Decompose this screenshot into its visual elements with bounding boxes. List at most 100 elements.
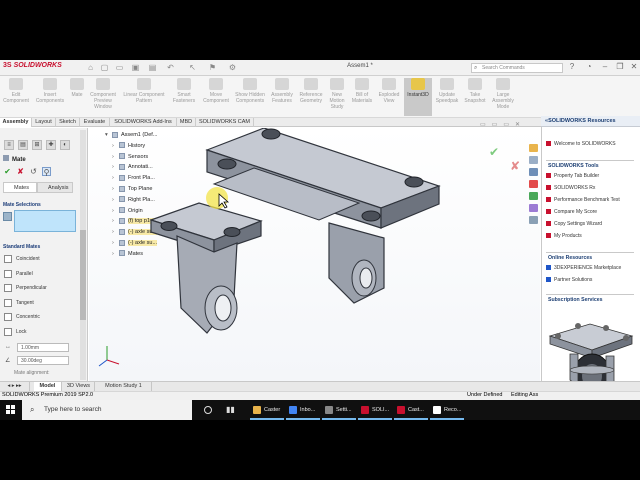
mate-parallel[interactable]: Parallel — [4, 268, 74, 280]
resources-home-icon[interactable] — [529, 144, 538, 152]
mate-perpendicular[interactable]: Perpendicular — [4, 282, 74, 294]
tool-large-assembly[interactable]: Large Assembly Mode — [490, 78, 516, 116]
tool-edit-component[interactable]: Edit Component — [0, 78, 32, 116]
mate-coincident[interactable]: Coincident — [4, 253, 74, 265]
confirm-corner-cancel-icon[interactable]: ✘ — [510, 159, 520, 173]
mate-concentric[interactable]: Concentric — [4, 311, 74, 323]
assembly-model[interactable]: ✔ ✘ — [89, 128, 540, 381]
task-pane-tool-link[interactable]: Property Tab Builder — [546, 172, 599, 181]
tool-speedpak[interactable]: Update Speedpak — [434, 78, 460, 116]
axle-support-part[interactable] — [149, 202, 263, 334]
print-icon[interactable]: ▤ — [148, 63, 157, 72]
pushpin-icon[interactable]: ⚲ — [42, 167, 51, 177]
bottom-tab-3d-views[interactable]: 3D Views — [63, 382, 95, 391]
appearances-icon[interactable] — [529, 192, 538, 200]
minimize-window-icon[interactable]: – — [600, 62, 610, 71]
tool-move-component[interactable]: Move Component — [200, 78, 232, 116]
nav-arrows-icon[interactable]: ◂ ▸ ▸▸ — [0, 382, 30, 391]
tool-insert-components[interactable]: Insert Components — [34, 78, 66, 116]
tab-evaluate[interactable]: Evaluate — [80, 118, 110, 127]
windows-start-icon[interactable] — [0, 400, 22, 420]
confirm-corner-ok-icon[interactable]: ✔ — [489, 145, 499, 159]
user-icon[interactable]: ◔ — [584, 62, 594, 71]
select-icon[interactable]: ↖ — [188, 63, 197, 72]
tool-label: Instant3D — [407, 92, 429, 98]
task-pane-online-link[interactable]: 3DEXPERIENCE Marketplace — [546, 264, 621, 273]
home-icon[interactable]: ⌂ — [86, 63, 95, 72]
ok-check-icon[interactable]: ✔ — [3, 167, 12, 176]
display-manager-icon[interactable]: ◐ — [60, 140, 70, 150]
bottom-tab-model[interactable]: Model — [34, 382, 62, 391]
panel-scrollbar[interactable] — [80, 130, 86, 380]
tab-sketch[interactable]: Sketch — [56, 118, 80, 127]
welcome-link[interactable]: Welcome to SOLIDWORKS — [546, 140, 616, 149]
task-pane-tool-link[interactable]: Compare My Score — [546, 208, 597, 217]
concentric-icon — [4, 313, 12, 321]
large-assembly-icon — [496, 78, 510, 90]
forum-icon[interactable] — [529, 216, 538, 224]
tool-reference-geometry[interactable]: Reference Geometry — [297, 78, 325, 116]
view-palette-icon[interactable] — [529, 180, 538, 188]
taskbar-app-button[interactable]: Caster — [250, 400, 284, 420]
taskbar-app-button[interactable]: Reco... — [430, 400, 464, 420]
file-explorer-icon[interactable] — [529, 168, 538, 176]
taskbar-app-button[interactable]: SOLI... — [358, 400, 392, 420]
tool-mate[interactable]: Mate — [68, 78, 86, 116]
tab-layout[interactable]: Layout — [32, 118, 56, 127]
tab-analysis[interactable]: Analysis — [37, 182, 73, 193]
tool-snapshot[interactable]: Take Snapshot — [462, 78, 488, 116]
solidworks-logo[interactable]: 3S SOLIDWORKS — [3, 62, 67, 74]
tool-label: New Motion Study — [329, 92, 345, 110]
undo-icon[interactable]: ↶ — [166, 63, 175, 72]
task-pane-online-link[interactable]: Partner Solutions — [546, 276, 592, 285]
new-file-icon[interactable]: ▢ — [100, 63, 109, 72]
tab-mbd[interactable]: MBD — [177, 118, 196, 127]
tool-pattern[interactable]: Linear Component Pattern — [120, 78, 168, 116]
tab-solidworks-add-ins[interactable]: SOLIDWORKS Add-Ins — [110, 118, 177, 127]
close-window-icon[interactable]: ✕ — [629, 62, 639, 71]
tool-show-hidden[interactable]: Show Hidden Components — [235, 78, 265, 116]
taskbar-search-input[interactable]: ⌕ Type here to search — [22, 400, 192, 420]
help-icon[interactable]: ? — [567, 62, 577, 71]
options-gear-icon[interactable]: ⚙ — [228, 63, 237, 72]
restore-window-icon[interactable]: ❐ — [615, 62, 625, 71]
feature-manager-icon[interactable]: ≡ — [4, 140, 14, 150]
tool-bom[interactable]: Bill of Materials — [350, 78, 374, 116]
task-pane-tool-link[interactable]: SOLIDWORKS Rx — [546, 184, 595, 193]
mate-selections-box[interactable] — [14, 210, 76, 232]
cancel-x-icon[interactable]: ✘ — [16, 167, 25, 176]
tool-preview-window[interactable]: Component Preview Window — [88, 78, 118, 116]
dimxpert-icon[interactable]: ✚ — [46, 140, 56, 150]
search-commands-input[interactable]: ⌕ Search Commands — [471, 63, 563, 73]
bottom-tab-motion-study-1[interactable]: Motion Study 1 — [96, 382, 152, 391]
tool-fasteners[interactable]: Smart Fasteners — [170, 78, 198, 116]
taskbar-app-button[interactable]: Inbo... — [286, 400, 320, 420]
mate-tangent[interactable]: Tangent — [4, 297, 74, 309]
task-pane-tool-link[interactable]: Performance Benchmark Test — [546, 196, 620, 205]
save-icon[interactable]: ▣ — [131, 63, 140, 72]
tool-exploded-view[interactable]: Exploded View — [376, 78, 402, 116]
task-view-icon[interactable]: ▮▮ — [226, 405, 235, 414]
configuration-manager-icon[interactable]: ⊞ — [32, 140, 42, 150]
task-pane-tool-link[interactable]: Copy Settings Wizard — [546, 220, 602, 229]
tab-solidworks-cam[interactable]: SOLIDWORKS CAM — [196, 118, 254, 127]
tab-assembly[interactable]: Assembly — [0, 118, 32, 127]
distance-spinner[interactable]: ↔ 1.00mm — [5, 343, 73, 352]
custom-properties-icon[interactable] — [529, 204, 538, 212]
window-control-icons[interactable]: ▭▭▭✕ — [480, 121, 526, 128]
tool-instant3d[interactable]: Instant3D — [404, 78, 432, 116]
task-pane-tool-link[interactable]: My Products — [546, 232, 582, 241]
tab-mates[interactable]: Mates — [3, 182, 37, 193]
mate-lock[interactable]: Lock — [4, 326, 74, 338]
taskbar-app-button[interactable]: Cast... — [394, 400, 428, 420]
property-manager-icon[interactable]: ▤ — [18, 140, 28, 150]
tool-assembly-features[interactable]: Assembly Features — [268, 78, 296, 116]
undo-mate-icon[interactable]: ↺ — [29, 167, 38, 176]
design-library-icon[interactable] — [529, 156, 538, 164]
cortana-icon[interactable] — [204, 406, 212, 414]
angle-spinner[interactable]: ∠ 30.00deg — [5, 356, 73, 365]
tool-motion-study[interactable]: New Motion Study — [326, 78, 348, 116]
rebuild-icon[interactable]: ⚑ — [208, 63, 217, 72]
taskbar-app-button[interactable]: Setti... — [322, 400, 356, 420]
open-file-icon[interactable]: ▭ — [115, 63, 124, 72]
